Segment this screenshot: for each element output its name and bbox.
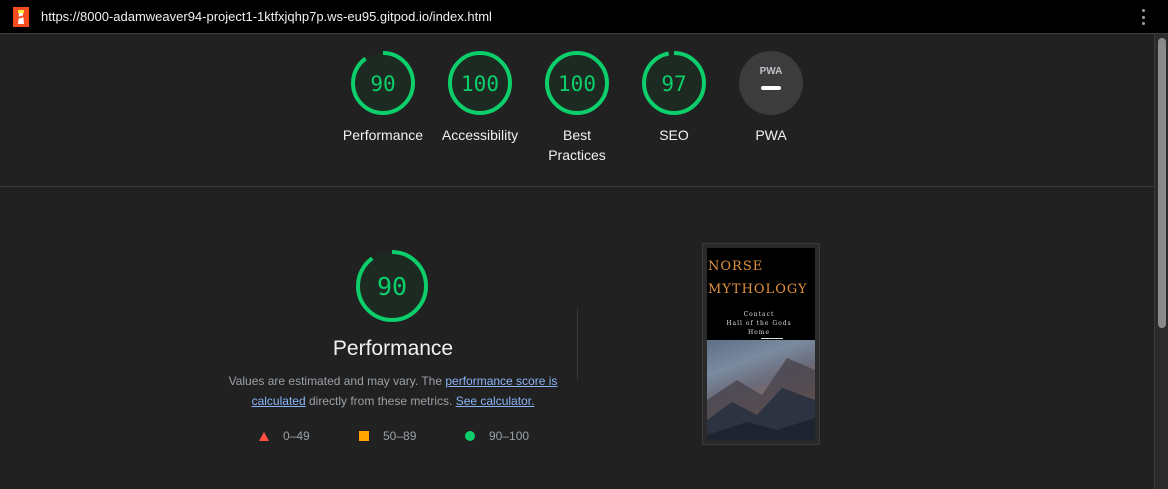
- lighthouse-icon: [13, 7, 29, 27]
- thumb-nav-home: Home: [747, 329, 771, 336]
- legend-fail: 0–49: [259, 429, 310, 443]
- performance-score: 90: [377, 272, 407, 301]
- scrollbar-thumb[interactable]: [1158, 38, 1166, 328]
- page-screenshot-thumbnail[interactable]: NORSE MYTHOLOGY Contact Hall of the Gods…: [702, 243, 820, 445]
- gauge-seo-score: 97: [661, 72, 686, 96]
- gauge-seo-ring: 97: [642, 51, 706, 115]
- url-bar: https://8000-adamweaver94-project1-1ktfx…: [0, 0, 1168, 34]
- performance-description: Values are estimated and may vary. The p…: [228, 374, 558, 408]
- fail-triangle-icon: [259, 431, 269, 441]
- thumb-nav-underline: [761, 338, 783, 339]
- gauge-accessibility-ring: 100: [448, 51, 512, 115]
- svg-text:PWA: PWA: [760, 66, 783, 77]
- gauge-best-practices[interactable]: 100 Best Practices: [527, 50, 627, 165]
- gauge-seo-label: SEO: [659, 127, 689, 143]
- gauge-accessibility-label: Accessibility: [441, 127, 519, 143]
- gauge-performance-ring: 90: [351, 51, 415, 115]
- gauge-pwa-label: PWA: [755, 127, 787, 143]
- gauge-accessibility[interactable]: 100 Accessibility: [430, 50, 530, 145]
- gauge-performance-score: 90: [370, 72, 395, 96]
- url-text[interactable]: https://8000-adamweaver94-project1-1ktfx…: [41, 9, 492, 24]
- see-calculator-link[interactable]: See calculator.: [456, 394, 535, 408]
- gauge-best-practices-ring: 100: [545, 51, 609, 115]
- thumb-nav-contact: Contact: [743, 311, 775, 318]
- gauge-performance-label: Performance: [342, 127, 424, 143]
- gauge-accessibility-score: 100: [461, 72, 499, 96]
- summary-gauges: 90 Performance 100 Accessibility 100 Bes…: [0, 34, 1154, 187]
- thumb-nav-hall: Hall of the Gods: [726, 320, 792, 327]
- thumb-title-line1: NORSE: [708, 259, 764, 274]
- divider: [577, 308, 578, 380]
- thumb-hero-image: [707, 340, 815, 440]
- more-options-icon[interactable]: [1136, 8, 1150, 26]
- gauge-performance[interactable]: 90 Performance: [333, 50, 433, 145]
- report-content: 90 Performance 100 Accessibility 100 Bes…: [0, 34, 1154, 489]
- legend-average: 50–89: [359, 429, 416, 443]
- average-square-icon: [359, 431, 369, 441]
- legend-pass: 90–100: [465, 429, 529, 443]
- thumb-title-line2: MYTHOLOGY: [708, 282, 808, 297]
- performance-title: Performance: [332, 337, 454, 360]
- gauge-pwa[interactable]: PWA PWA: [721, 50, 821, 145]
- performance-gauge: 90: [356, 250, 428, 322]
- scrollbar[interactable]: [1154, 34, 1168, 489]
- gauge-seo[interactable]: 97 SEO: [624, 50, 724, 145]
- gauge-best-practices-score: 100: [558, 72, 596, 96]
- gauge-best-practices-label: Best Practices: [548, 127, 606, 163]
- pwa-badge-icon: PWA: [739, 51, 803, 115]
- pass-circle-icon: [465, 431, 475, 441]
- performance-section: 90 Performance Values are estimated and …: [0, 188, 1154, 489]
